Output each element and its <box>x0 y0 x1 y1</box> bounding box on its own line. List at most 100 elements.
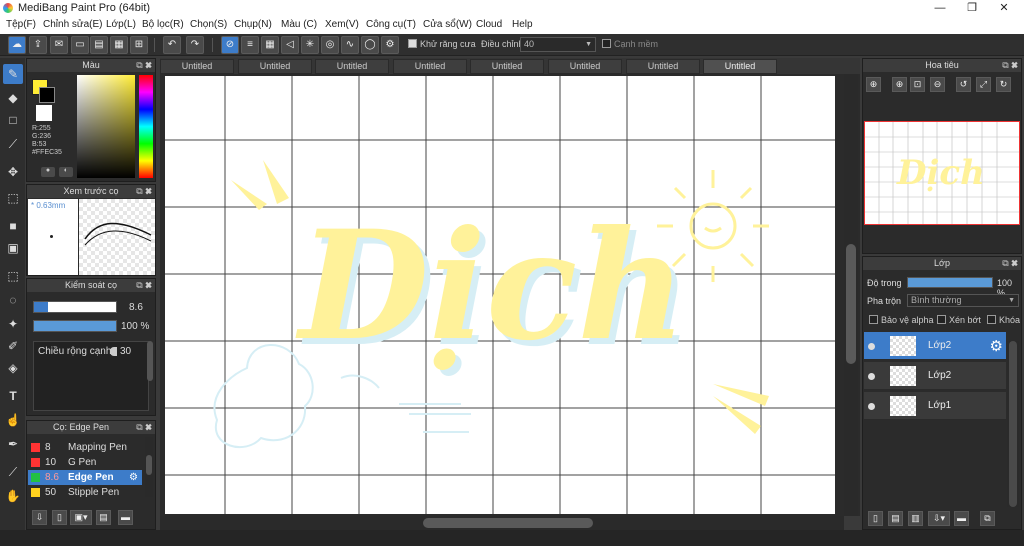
layer-row-3[interactable]: Lớp1 <box>864 392 1006 420</box>
dot-tool-icon[interactable]: □ <box>3 110 23 130</box>
canvas-vertical-scrollbar[interactable] <box>844 74 858 516</box>
snap-ellipse-icon[interactable]: ◯ <box>361 36 379 54</box>
eyedropper-mini-icon[interactable]: ● <box>41 167 55 177</box>
select-tool-icon[interactable]: ⬚ <box>3 266 23 286</box>
brush-item-mapping-pen[interactable]: 8 Mapping Pen <box>28 440 153 455</box>
move-tool-icon[interactable]: ✥ <box>3 162 23 182</box>
menu-window[interactable]: Cửa sổ(W) <box>423 19 472 30</box>
tab-document-1[interactable]: Untitled <box>160 59 234 74</box>
sharp-edge-checkbox[interactable] <box>602 39 611 48</box>
new-brush-icon[interactable]: ▯ <box>52 510 67 525</box>
snap-grid-icon[interactable]: ▦ <box>261 36 279 54</box>
fill-tool-icon[interactable]: ■ <box>3 216 23 236</box>
text-tool-icon[interactable]: T <box>3 386 23 406</box>
eraser-tool-icon[interactable]: ◆ <box>3 88 23 108</box>
snap-settings-icon[interactable]: ⚙ <box>381 36 399 54</box>
canvas-horizontal-scrollbar[interactable] <box>160 516 844 530</box>
line-tool-icon[interactable]: ⟋ <box>3 134 23 154</box>
zoom-out-icon[interactable]: ⊖ <box>930 77 945 92</box>
blend-mode-select[interactable]: Bình thường ▼ <box>907 294 1019 307</box>
menu-cloud[interactable]: Cloud <box>476 19 502 30</box>
horizontal-scroll-thumb[interactable] <box>423 518 593 528</box>
tutorial-icon[interactable]: ▭ <box>71 36 89 54</box>
duplicate-layer-icon[interactable]: ⧉ <box>980 511 995 526</box>
menu-filter[interactable]: Bộ lọc(R) <box>142 19 184 30</box>
menu-file[interactable]: Tệp(F) <box>6 19 36 30</box>
brush-size-slider[interactable] <box>33 301 117 313</box>
edge-width-knob[interactable] <box>110 347 117 356</box>
minimize-button[interactable]: — <box>924 0 956 16</box>
snap-off-icon[interactable]: ⊘ <box>221 36 239 54</box>
tab-document-6[interactable]: Untitled <box>548 59 622 74</box>
drawing-canvas[interactable]: Dịch Dịch <box>165 76 835 514</box>
comment-icon[interactable]: ✉ <box>50 36 68 54</box>
lasso-tool-icon[interactable]: ◌ <box>3 290 23 310</box>
hue-slider[interactable] <box>139 75 153 178</box>
layer-visibility-icon[interactable] <box>868 343 875 350</box>
edge-width-value[interactable]: 30 <box>120 346 131 357</box>
redo-icon[interactable]: ↷ <box>186 36 204 54</box>
share-icon[interactable]: ⇪ <box>29 36 47 54</box>
panel-controls-icon[interactable]: ⧉ ✖ <box>136 185 152 198</box>
object-tool-icon[interactable]: ⬚ <box>3 188 23 208</box>
layer-folder-icon[interactable]: ▬ <box>954 511 969 526</box>
menu-select[interactable]: Chọn(S) <box>190 19 227 30</box>
antialias-checkbox[interactable] <box>408 39 417 48</box>
undo-icon[interactable]: ↶ <box>163 36 181 54</box>
menu-layer[interactable]: Lớp(L) <box>106 19 136 30</box>
magic-wand-icon[interactable]: ✦ <box>3 314 23 334</box>
select-pen-icon[interactable]: ✐ <box>3 336 23 356</box>
vertical-scroll-thumb[interactable] <box>846 244 856 364</box>
tab-document-8[interactable]: Untitled <box>703 59 777 74</box>
cloud-icon[interactable]: ☁ <box>8 36 26 54</box>
rotate-right-icon[interactable]: ↻ <box>996 77 1011 92</box>
gallery-icon[interactable]: ▦ <box>110 36 128 54</box>
snap-curve-icon[interactable]: ∿ <box>341 36 359 54</box>
tab-document-5[interactable]: Untitled <box>470 59 544 74</box>
adjust-select[interactable]: 40 ▼ <box>520 37 596 52</box>
layer-visibility-icon[interactable] <box>868 373 875 380</box>
divide-tool-icon[interactable]: ⟋ <box>3 462 23 482</box>
eyedropper-tool-icon[interactable]: ✒ <box>3 434 23 454</box>
snap-radial-icon[interactable]: ✳ <box>301 36 319 54</box>
snap-circle-icon[interactable]: ◎ <box>321 36 339 54</box>
brush-control-scrollbar[interactable] <box>147 341 153 381</box>
brush-tool-icon[interactable]: ✎ <box>3 64 23 84</box>
layer-row-1[interactable]: Lớp2 ⚙ <box>864 332 1006 360</box>
navigator-thumbnail[interactable]: Dịch <box>864 121 1020 225</box>
hand-tool-icon[interactable]: ✋ <box>3 486 23 506</box>
brush-settings-icon[interactable]: ⚙ <box>129 470 138 485</box>
close-button[interactable]: ✕ <box>988 0 1020 16</box>
tab-document-2[interactable]: Untitled <box>238 59 312 74</box>
menu-edit[interactable]: Chỉnh sửa(E) <box>43 19 103 30</box>
menu-snap[interactable]: Chụp(N) <box>234 19 272 30</box>
tab-document-4[interactable]: Untitled <box>393 59 467 74</box>
fullscreen-icon[interactable]: ⤢ <box>976 77 991 92</box>
new-layer-icon[interactable]: ▯ <box>868 511 883 526</box>
menu-help[interactable]: Help <box>512 19 533 30</box>
menu-tools[interactable]: Công cụ(T) <box>366 19 416 30</box>
brush-folder-icon[interactable]: ▬ <box>118 510 133 525</box>
saturation-value-picker[interactable] <box>77 75 135 178</box>
new-halftone-layer-icon[interactable]: ▤ <box>888 511 903 526</box>
layer-settings-icon[interactable]: ⚙ <box>990 337 1003 355</box>
zoom-in-icon[interactable]: ⊕ <box>866 77 881 92</box>
document-icon[interactable]: ▤ <box>90 36 108 54</box>
panel-controls-icon[interactable]: ⧉ ✖ <box>136 421 152 434</box>
brush-menu-icon[interactable]: ▣▾ <box>70 510 92 525</box>
brush-properties-icon[interactable]: ▤ <box>96 510 111 525</box>
gradient-tool-icon[interactable]: ▣ <box>3 238 23 258</box>
palette-mini-icon[interactable]: ◐ <box>59 167 73 177</box>
rotate-left-icon[interactable]: ↺ <box>956 77 971 92</box>
lock-checkbox[interactable] <box>987 315 996 324</box>
brush-item-stipple-pen[interactable]: 50 Stipple Pen <box>28 485 153 500</box>
fit-icon[interactable]: ⊡ <box>910 77 925 92</box>
snap-perspective-icon[interactable]: ◁ <box>281 36 299 54</box>
layer-opacity-slider[interactable] <box>907 277 993 288</box>
layers-scrollbar[interactable] <box>1009 341 1017 507</box>
panel-controls-icon[interactable]: ⧉ ✖ <box>1002 59 1018 72</box>
add-brush-cloud-icon[interactable]: ⇩ <box>32 510 47 525</box>
secondary-color-swatch[interactable] <box>39 87 55 103</box>
clipping-checkbox[interactable] <box>937 315 946 324</box>
new-layer-8bit-icon[interactable]: ▥ <box>908 511 923 526</box>
